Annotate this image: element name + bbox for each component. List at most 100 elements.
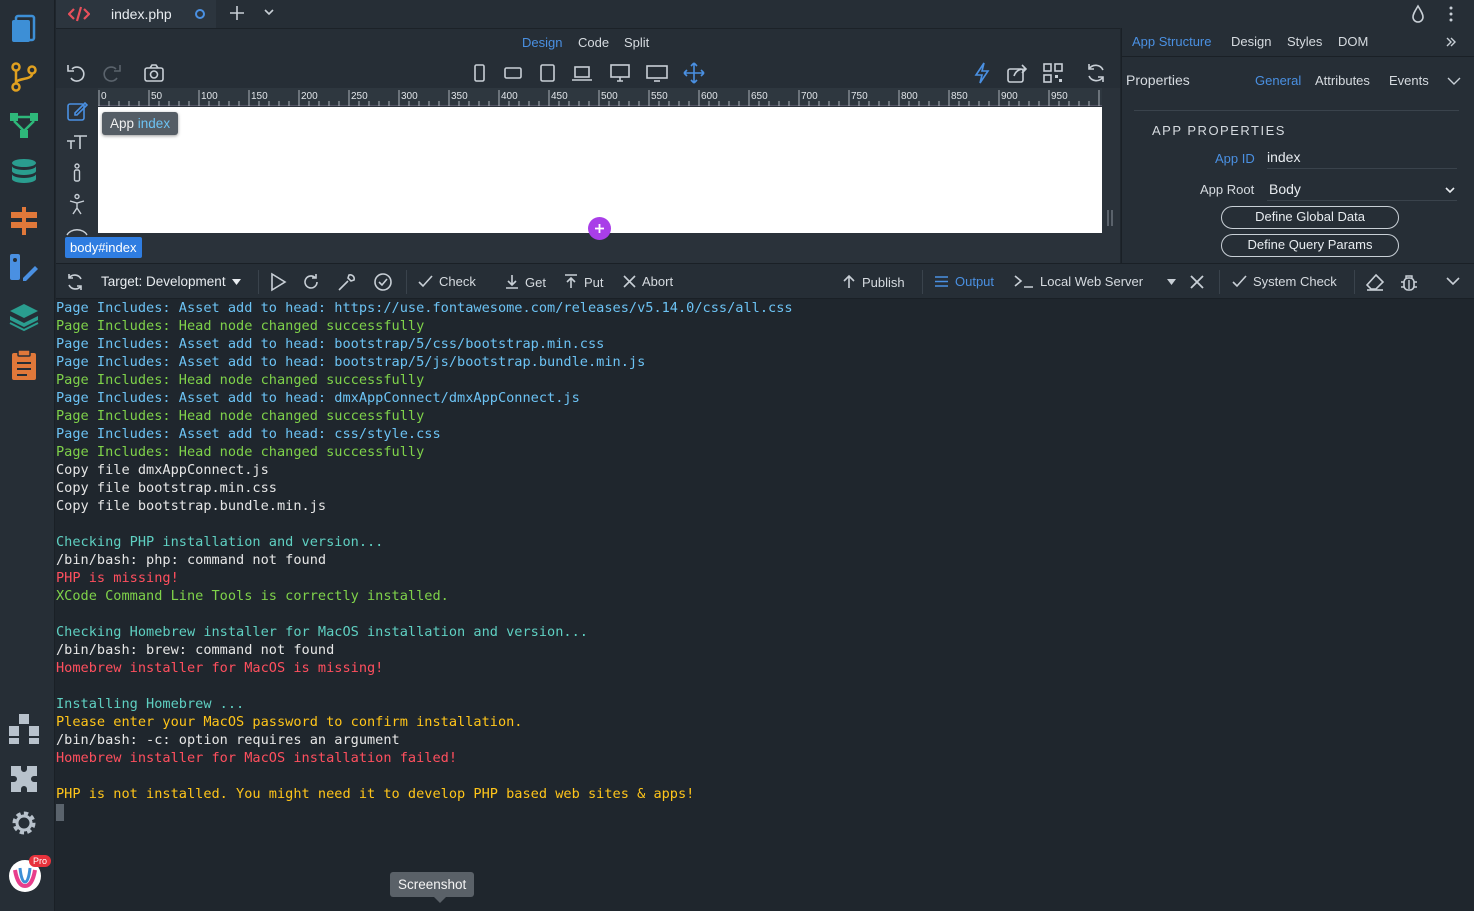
- target-select[interactable]: Target: Development: [101, 274, 242, 289]
- database-icon[interactable]: [7, 156, 41, 190]
- double-chevron-right-icon[interactable]: [1445, 36, 1457, 48]
- edit-pencil-icon[interactable]: [66, 100, 88, 122]
- chevron-down-icon[interactable]: [1447, 76, 1461, 86]
- phone-landscape-icon[interactable]: [502, 62, 524, 84]
- ruler-label: 500: [601, 91, 618, 102]
- settings-gear-icon[interactable]: [7, 806, 41, 840]
- tab-bar: index.php: [56, 0, 1474, 28]
- publish-button[interactable]: Publish: [842, 274, 905, 290]
- tab-app-structure[interactable]: App Structure: [1132, 34, 1212, 49]
- view-design-button[interactable]: Design: [522, 35, 562, 50]
- info-icon[interactable]: [66, 162, 88, 184]
- desktop-icon[interactable]: [609, 62, 631, 84]
- target-label: Target: Development: [101, 274, 226, 289]
- console-line: Copy file bootstrap.min.css: [56, 480, 277, 496]
- camera-screenshot-icon[interactable]: [143, 62, 165, 84]
- theme-drop-icon[interactable]: [1409, 4, 1427, 24]
- tab-styles[interactable]: Styles: [1287, 34, 1322, 49]
- system-check-label: System Check: [1253, 274, 1337, 289]
- more-vertical-icon[interactable]: [1446, 5, 1456, 23]
- build-tools-icon[interactable]: [337, 272, 357, 292]
- extensions-icon[interactable]: [7, 712, 41, 746]
- checkmark-icon: [1232, 275, 1247, 288]
- define-global-data-button[interactable]: Define Global Data: [1221, 206, 1399, 229]
- chevron-down-icon[interactable]: [263, 6, 275, 18]
- separator: [922, 270, 923, 294]
- chevron-down-icon[interactable]: [1446, 276, 1460, 286]
- x-icon: [623, 275, 636, 288]
- check-circle-icon[interactable]: [373, 272, 393, 292]
- debug-bug-icon[interactable]: [1399, 272, 1419, 292]
- workflow-icon[interactable]: [7, 108, 41, 142]
- ruler-label: 150: [251, 91, 268, 102]
- ruler-label: 50: [151, 91, 163, 102]
- arrow-up-icon: [843, 274, 855, 288]
- tab-general[interactable]: General: [1255, 73, 1301, 88]
- ruler-label: 350: [451, 91, 468, 102]
- tablet-icon[interactable]: [536, 62, 558, 84]
- lightning-icon[interactable]: [971, 62, 993, 84]
- tab-dom[interactable]: DOM: [1338, 34, 1368, 49]
- console-lines: Page Includes: Asset add to head: https:…: [56, 299, 1474, 803]
- tab-attributes[interactable]: Attributes: [1315, 73, 1370, 88]
- new-tab-plus-icon[interactable]: [228, 4, 246, 22]
- ruler-label: 600: [701, 91, 718, 102]
- add-component-button[interactable]: [588, 217, 611, 240]
- tab-events[interactable]: Events: [1389, 73, 1429, 88]
- move-arrows-icon[interactable]: [683, 62, 705, 84]
- resize-handle-icon[interactable]: [1107, 210, 1113, 226]
- restart-icon[interactable]: [301, 272, 321, 292]
- phone-portrait-icon[interactable]: [468, 62, 490, 84]
- get-label: Get: [525, 275, 546, 290]
- server-select[interactable]: Local Web Server: [1014, 274, 1176, 289]
- get-button[interactable]: Get: [505, 274, 546, 290]
- layers-icon[interactable]: [7, 300, 41, 334]
- put-button[interactable]: Put: [564, 274, 604, 290]
- app-root-select[interactable]: Body: [1267, 179, 1457, 201]
- qr-code-icon[interactable]: [1042, 62, 1064, 84]
- accessibility-icon[interactable]: [66, 193, 88, 215]
- check-button[interactable]: Check: [418, 274, 476, 289]
- console-line: Page Includes: Head node changed success…: [56, 372, 425, 388]
- undo-icon[interactable]: [66, 62, 88, 84]
- console-line: Page Includes: Asset add to head: dmxApp…: [56, 390, 580, 406]
- terminal-cursor: [56, 804, 64, 821]
- run-play-icon[interactable]: [268, 272, 288, 292]
- abort-button[interactable]: Abort: [623, 274, 673, 289]
- output-toolbar: Target: Development Check Get Put Abort …: [56, 263, 1474, 299]
- eye-icon[interactable]: [66, 224, 88, 236]
- clear-eraser-icon[interactable]: [1365, 273, 1385, 291]
- wide-desktop-icon[interactable]: [646, 62, 668, 84]
- git-branch-icon[interactable]: [7, 60, 41, 94]
- laptop-icon[interactable]: [571, 62, 593, 84]
- output-tab[interactable]: Output: [934, 274, 994, 289]
- close-output-icon[interactable]: [1190, 275, 1204, 289]
- app-index-badge[interactable]: App index: [102, 112, 179, 135]
- console-line: Homebrew installer for MacOS is missing!: [56, 660, 384, 676]
- selection-badge[interactable]: body#index: [65, 237, 142, 258]
- ruler-label: 450: [551, 91, 568, 102]
- console-line: Checking Homebrew installer for MacOS in…: [56, 624, 588, 640]
- text-size-icon[interactable]: [66, 131, 88, 153]
- output-label: Output: [955, 274, 995, 289]
- caret-down-icon: [1166, 279, 1176, 286]
- design-tools-icon[interactable]: [7, 250, 41, 284]
- sync-icon[interactable]: [65, 272, 85, 292]
- view-code-button[interactable]: Code: [578, 35, 609, 50]
- define-query-params-button[interactable]: Define Query Params: [1221, 234, 1399, 257]
- output-console[interactable]: Page Includes: Asset add to head: https:…: [56, 299, 1474, 911]
- refresh-icon[interactable]: [1085, 62, 1107, 84]
- redo-icon[interactable]: [100, 62, 122, 84]
- page-canvas[interactable]: [98, 107, 1102, 233]
- share-icon[interactable]: [1006, 62, 1028, 84]
- tab-design[interactable]: Design: [1231, 34, 1271, 49]
- clipboard-tasks-icon[interactable]: [7, 348, 41, 382]
- files-icon[interactable]: [7, 12, 41, 46]
- app-id-input[interactable]: index: [1267, 149, 1457, 169]
- system-check-button[interactable]: System Check: [1232, 274, 1337, 289]
- tab-index-php[interactable]: index.php: [56, 0, 216, 28]
- view-split-button[interactable]: Split: [624, 35, 649, 50]
- puzzle-plugins-icon[interactable]: [7, 760, 41, 794]
- routes-signpost-icon[interactable]: [7, 204, 41, 238]
